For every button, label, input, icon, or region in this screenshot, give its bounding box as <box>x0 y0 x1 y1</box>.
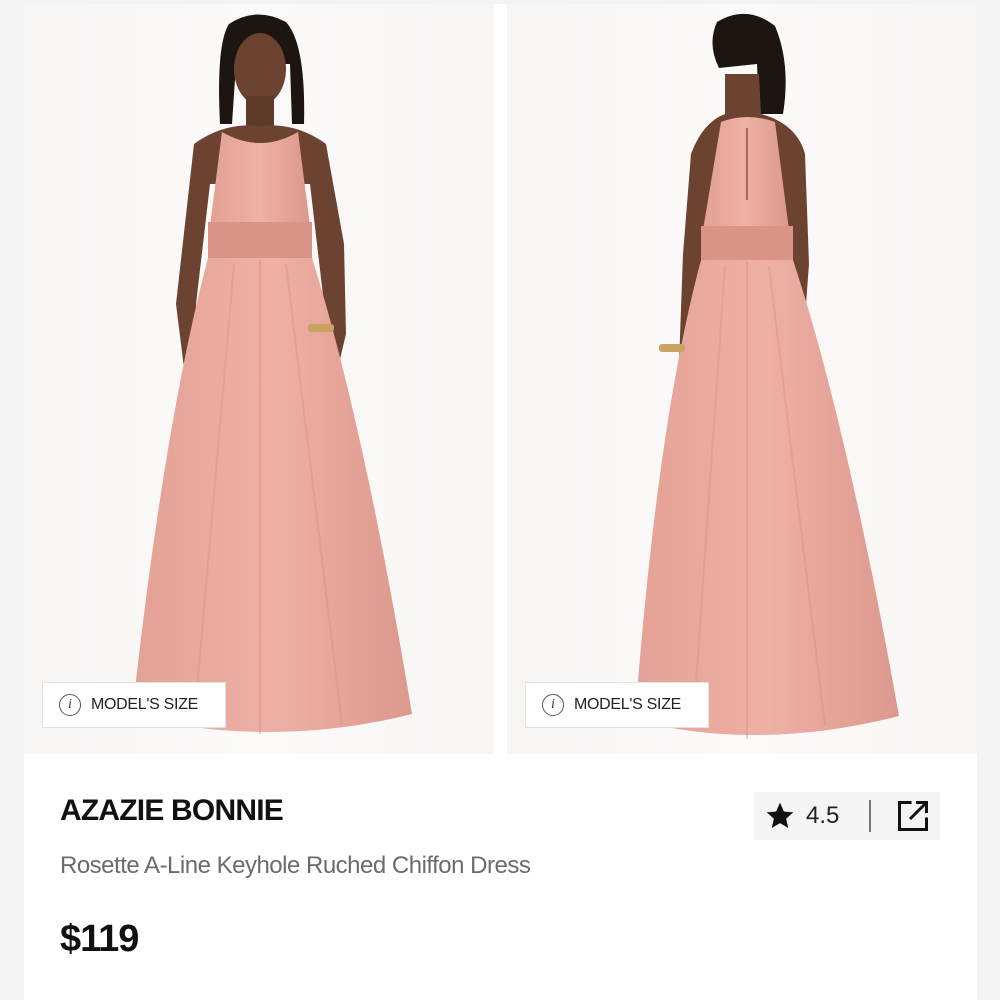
product-name[interactable]: Rosette A-Line Keyhole Ruched Chiffon Dr… <box>60 852 531 880</box>
product-brand: AZAZIE BONNIE <box>60 794 284 827</box>
rating-share-bar: 4.5 <box>754 792 940 840</box>
product-price: $119 <box>60 918 139 960</box>
model-size-button[interactable]: i MODEL'S SIZE <box>42 682 226 728</box>
product-card: i MODEL'S SIZE i MODEL'S SIZE AZAZIE BON… <box>24 4 977 1000</box>
product-image-back[interactable]: i MODEL'S SIZE <box>507 4 977 754</box>
info-icon: i <box>542 694 564 716</box>
info-icon: i <box>59 694 81 716</box>
share-icon[interactable] <box>895 798 931 834</box>
model-size-button[interactable]: i MODEL'S SIZE <box>525 682 709 728</box>
divider <box>869 800 872 832</box>
product-image-front[interactable]: i MODEL'S SIZE <box>24 4 494 754</box>
model-size-label: MODEL'S SIZE <box>574 696 682 713</box>
rating-value: 4.5 <box>806 802 840 829</box>
model-size-label: MODEL'S SIZE <box>91 696 199 713</box>
model-front-illustration <box>132 14 412 734</box>
star-icon <box>766 802 794 828</box>
model-back-illustration <box>635 13 899 739</box>
